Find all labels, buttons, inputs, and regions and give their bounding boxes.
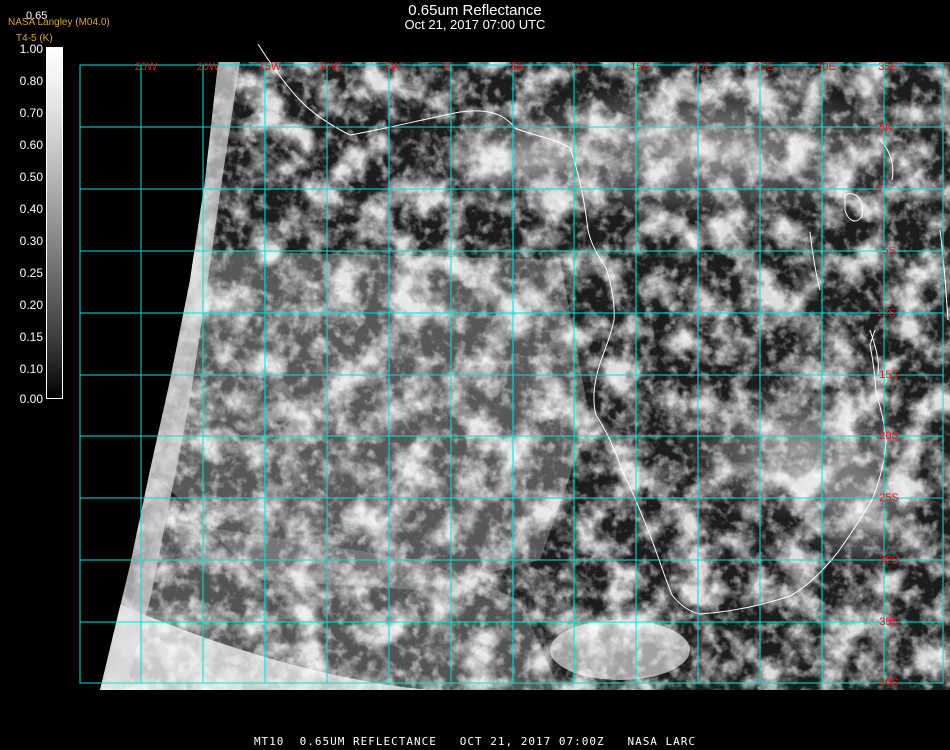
longitude-label: 0 bbox=[444, 61, 450, 73]
latitude-label: 40S bbox=[879, 677, 899, 689]
longitude-label: 10W bbox=[319, 61, 342, 73]
latitude-label: 20S bbox=[879, 430, 899, 442]
longitude-label: 25W bbox=[135, 61, 158, 73]
latitude-label: 0 bbox=[875, 183, 881, 195]
longitude-label: 5E bbox=[511, 61, 524, 73]
latitude-label: 5S bbox=[882, 245, 895, 257]
longitude-label: 10E bbox=[568, 61, 588, 73]
longitude-label: 20W bbox=[197, 61, 220, 73]
longitude-label: 35E bbox=[878, 61, 898, 73]
longitude-label: 25E bbox=[754, 61, 774, 73]
longitude-label: 30E bbox=[816, 61, 836, 73]
longitude-label: 15E bbox=[630, 61, 650, 73]
satellite-map[interactable]: 25W 20W 15W 10W 5W 0 5E 10E 15E 20E 25E … bbox=[0, 0, 950, 750]
latitude-label: 10S bbox=[876, 307, 896, 319]
latitude-label: 5N bbox=[879, 122, 893, 134]
satellite-image-viewer: 0.65um Reflectance Oct 21, 2017 07:00 UT… bbox=[0, 0, 950, 750]
longitude-label: 15W bbox=[259, 61, 282, 73]
image-footer: MT10 0.65UM REFLECTANCE OCT 21, 2017 07:… bbox=[253, 735, 697, 748]
longitude-label: 20E bbox=[692, 61, 712, 73]
latitude-label: 15S bbox=[879, 369, 899, 381]
satellite-swath bbox=[100, 62, 950, 690]
latitude-label: 25S bbox=[879, 492, 899, 504]
longitude-label: 5W bbox=[385, 61, 402, 73]
latitude-label: 35S bbox=[879, 616, 899, 628]
latitude-label: 30S bbox=[879, 554, 899, 566]
